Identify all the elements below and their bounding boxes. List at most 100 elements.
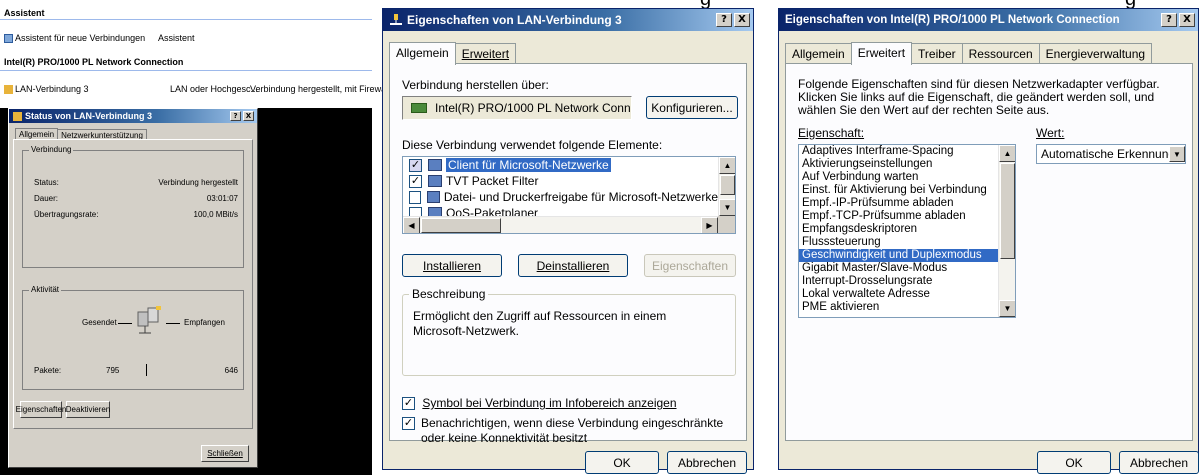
show-icon-label: Symbol bei Verbindung im Infobereich anz… <box>422 396 677 410</box>
property-list-item[interactable]: Lokal verwaltete Adresse <box>799 288 998 301</box>
property-list-scrollbar[interactable]: ▲ ▼ <box>998 145 1015 317</box>
close-button[interactable]: X <box>1179 13 1195 27</box>
component-list-item[interactable]: ✓ TVT Packet Filter <box>403 173 718 189</box>
property-list-item[interactable]: Auf Verbindung warten <box>799 171 998 184</box>
list-item-new-connection-wizard[interactable]: Assistent für neue Verbindungen <box>4 33 145 44</box>
property-list-item[interactable]: PME aktivieren <box>799 301 998 314</box>
lan-properties-titlebar: Eigenschaften von LAN-Verbindung 3 ? X <box>383 9 753 31</box>
chevron-down-icon[interactable]: ▼ <box>1169 146 1185 162</box>
ok-button[interactable]: OK <box>1037 451 1111 474</box>
component-list-item[interactable]: Datei- und Druckerfreigabe für Microsoft… <box>403 189 718 205</box>
show-icon-option[interactable]: ✓ Symbol bei Verbindung im Infobereich a… <box>402 396 677 411</box>
help-button[interactable]: ? <box>716 13 732 27</box>
packets-sent-value: 795 <box>106 366 120 375</box>
explorer-group-header: Assistent <box>4 8 45 18</box>
tab-advanced[interactable]: Erweitert <box>850 42 913 65</box>
components-vertical-scrollbar[interactable]: ▲ ▼ <box>718 157 735 216</box>
components-list[interactable]: ✓ Client für Microsoft-Netzwerke ✓ TVT Pack… <box>402 156 736 234</box>
packets-received-value: 646 <box>224 366 238 375</box>
notify-label: Benachrichtigen, wenn diese Verbindung e… <box>421 416 724 445</box>
component-checkbox[interactable]: ✓ <box>409 158 422 172</box>
network-connections-explorer: Assistent Assistent für neue Verbindunge… <box>0 0 390 108</box>
divider <box>166 323 180 324</box>
connection-groupbox: Verbindung <box>22 145 244 268</box>
status-dialog-titlebar: Status von LAN-Verbindung 3 ? X <box>9 109 257 123</box>
divider <box>118 323 132 324</box>
lan-properties-body: Allgemein Erweitert Verbindung herstelle… <box>383 31 753 474</box>
ok-button[interactable]: OK <box>585 451 659 474</box>
duration-label: Dauer: <box>34 194 59 203</box>
property-list-item[interactable]: Empf.-TCP-Prüfsumme abladen <box>799 210 998 223</box>
connect-using-label: Verbindung herstellen über: <box>402 78 549 92</box>
scroll-corner <box>718 216 735 233</box>
property-list-item[interactable]: Flusssteuerung <box>799 236 998 249</box>
value-label-text: Wert: <box>1036 126 1065 140</box>
status-value: Verbindung hergestellt <box>158 178 238 187</box>
status-dialog: Status von LAN-Verbindung 3 ? X Allgemei… <box>8 108 258 468</box>
lan-properties-window: Eigenschaften von LAN-Verbindung 3 ? X A… <box>382 8 754 474</box>
component-checkbox[interactable]: ✓ <box>409 174 422 188</box>
show-icon-checkbox[interactable]: ✓ <box>402 397 415 411</box>
deactivate-button[interactable]: Deaktivieren <box>66 401 110 418</box>
cancel-button[interactable]: Abbrechen <box>1119 451 1199 474</box>
notify-checkbox[interactable]: ✓ <box>402 417 415 430</box>
close-text-button[interactable]: Schließen <box>201 445 249 462</box>
close-button[interactable]: X <box>734 13 750 27</box>
tab-driver[interactable]: Treiber <box>911 43 963 64</box>
tab-general[interactable]: Allgemein <box>785 43 852 64</box>
install-button[interactable]: Installieren <box>402 254 502 277</box>
property-list-item[interactable]: Empf.-IP-Prüfsumme abladen <box>799 197 998 210</box>
status-tab-page: Verbindung Status: Verbindung hergestell… <box>13 139 253 429</box>
component-list-item[interactable]: ✓ Client für Microsoft-Netzwerke <box>403 157 718 173</box>
packets-label: Pakete: <box>34 366 62 375</box>
property-list-item[interactable]: Adaptives Interframe-Spacing <box>799 145 998 158</box>
tab-power-management[interactable]: Energieverwaltung <box>1038 43 1153 64</box>
property-list[interactable]: Adaptives Interframe-Spacing Aktivierungs… <box>798 144 1016 318</box>
configure-button[interactable]: Konfigurieren... <box>646 96 738 119</box>
component-label: TVT Packet Filter <box>446 174 539 188</box>
property-list-item[interactable]: Aktivierungseinstellungen <box>799 158 998 171</box>
components-horizontal-scrollbar[interactable]: ◀ ▶ <box>403 216 718 233</box>
component-properties-button[interactable]: Eigenschaften <box>644 254 736 277</box>
property-list-item[interactable]: Einst. für Aktivierung bei Verbindung <box>799 184 998 197</box>
status-dialog-title: Status von LAN-Verbindung 3 <box>25 111 153 121</box>
properties-button[interactable]: Eigenschaften <box>16 401 66 418</box>
tab-resources[interactable]: Ressourcen <box>961 43 1040 64</box>
received-label: Empfangen <box>184 318 225 327</box>
cancel-button[interactable]: Abbrechen <box>667 451 747 474</box>
property-list-item[interactable]: Empfangsdeskriptoren <box>799 223 998 236</box>
property-list-item[interactable]: Geschwindigkeit und Duplexmodus <box>799 249 998 262</box>
component-checkbox[interactable] <box>409 190 421 204</box>
scroll-down-icon[interactable]: ▼ <box>999 300 1015 317</box>
property-list-item[interactable]: Interrupt-Drosselungsrate <box>799 275 998 288</box>
divider <box>0 19 372 20</box>
scroll-thumb[interactable] <box>720 175 735 195</box>
scroll-up-icon[interactable]: ▲ <box>719 157 735 174</box>
description-group-label: Beschreibung <box>409 287 489 301</box>
connection-status: Verbindung hergestellt, mit Firewall <box>250 84 391 94</box>
component-icon <box>428 175 442 187</box>
scroll-thumb[interactable] <box>421 218 501 233</box>
activity-group-label: Aktivität <box>29 285 62 294</box>
divider <box>146 364 147 376</box>
list-item-lan-connection[interactable]: LAN-Verbindung 3 <box>4 84 89 95</box>
property-list-item[interactable]: Gigabit Master/Slave-Modus <box>799 262 998 275</box>
scroll-down-icon[interactable]: ▼ <box>719 199 735 216</box>
connection-name: LAN-Verbindung 3 <box>15 84 89 94</box>
tab-advanced[interactable]: Erweitert <box>454 43 517 64</box>
network-icon <box>389 14 403 26</box>
uninstall-button[interactable]: Deinstallieren <box>518 254 628 277</box>
scroll-up-icon[interactable]: ▲ <box>999 145 1015 162</box>
scroll-left-icon[interactable]: ◀ <box>403 217 420 233</box>
scroll-thumb[interactable] <box>1000 163 1015 259</box>
help-button[interactable]: ? <box>230 111 241 121</box>
adapter-properties-window: Eigenschaften von Intel(R) PRO/1000 PL N… <box>778 8 1199 474</box>
close-button[interactable]: X <box>243 111 254 121</box>
status-label: Status: <box>34 178 59 187</box>
tab-general[interactable]: Allgemein <box>389 42 456 65</box>
value-dropdown[interactable]: Automatische Erkennung ▼ <box>1036 144 1186 164</box>
scroll-right-icon[interactable]: ▶ <box>701 217 718 233</box>
network-card-icon <box>411 103 427 113</box>
notify-option[interactable]: ✓ Benachrichtigen, wenn diese Verbindung… <box>402 416 742 446</box>
help-button[interactable]: ? <box>1161 13 1177 27</box>
